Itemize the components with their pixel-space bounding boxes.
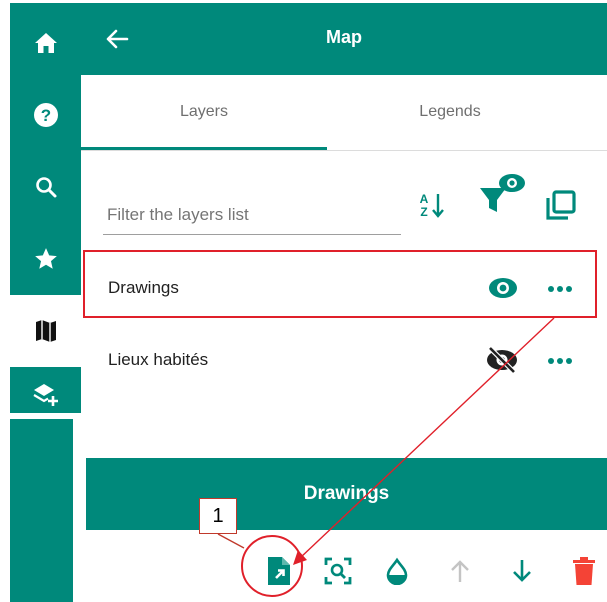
pointer-arrow-line: [299, 317, 555, 559]
pointer-arrowhead: [293, 550, 307, 565]
callout-leader-line: [217, 533, 245, 549]
annotation-overlay: [217, 317, 555, 565]
